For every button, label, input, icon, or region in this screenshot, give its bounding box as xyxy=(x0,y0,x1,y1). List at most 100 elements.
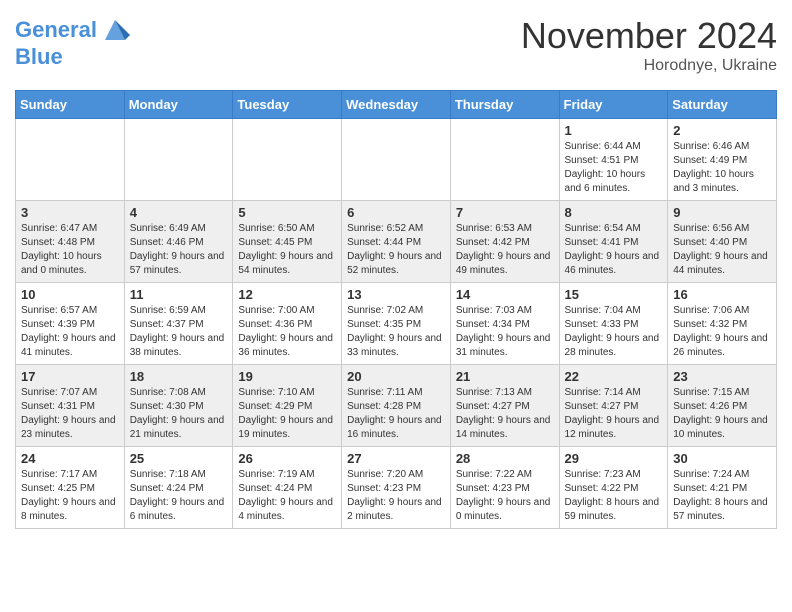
day-info: Sunrise: 6:56 AMSunset: 4:40 PMDaylight:… xyxy=(673,222,771,278)
header: General Blue November 2024 Horodnye, Ukr… xyxy=(15,15,777,75)
day-number: 13 xyxy=(347,287,445,302)
logo: General Blue xyxy=(15,15,130,69)
day-number: 27 xyxy=(347,451,445,466)
day-number: 22 xyxy=(565,369,663,384)
day-info: Sunrise: 7:17 AMSunset: 4:25 PMDaylight:… xyxy=(21,468,119,524)
calendar-body: 1 Sunrise: 6:44 AMSunset: 4:51 PMDaylight… xyxy=(16,119,777,529)
day-info: Sunrise: 7:00 AMSunset: 4:36 PMDaylight:… xyxy=(238,304,336,360)
day-number: 10 xyxy=(21,287,119,302)
logo-general: General xyxy=(15,17,97,42)
day-info: Sunrise: 6:52 AMSunset: 4:44 PMDaylight:… xyxy=(347,222,445,278)
col-monday: Monday xyxy=(124,91,233,119)
table-row: 29 Sunrise: 7:23 AMSunset: 4:22 PMDayligh… xyxy=(559,447,668,529)
day-info: Sunrise: 7:18 AMSunset: 4:24 PMDaylight:… xyxy=(130,468,228,524)
table-row xyxy=(233,119,342,201)
day-info: Sunrise: 7:13 AMSunset: 4:27 PMDaylight:… xyxy=(456,386,554,442)
day-info: Sunrise: 7:19 AMSunset: 4:24 PMDaylight:… xyxy=(238,468,336,524)
table-row: 21Sunrise: 7:13 AMSunset: 4:27 PMDayligh… xyxy=(450,365,559,447)
title-block: November 2024 Horodnye, Ukraine xyxy=(521,15,777,75)
col-wednesday: Wednesday xyxy=(342,91,451,119)
day-info: Sunrise: 7:11 AMSunset: 4:28 PMDaylight:… xyxy=(347,386,445,442)
day-info: Sunrise: 6:49 AMSunset: 4:46 PMDaylight:… xyxy=(130,222,228,278)
calendar-week-row: 17Sunrise: 7:07 AMSunset: 4:31 PMDayligh… xyxy=(16,365,777,447)
calendar-week-row: 1 Sunrise: 6:44 AMSunset: 4:51 PMDaylight… xyxy=(16,119,777,201)
day-info: Sunrise: 7:10 AMSunset: 4:29 PMDaylight:… xyxy=(238,386,336,442)
table-row: 14 Sunrise: 7:03 AMSunset: 4:34 PMDayligh… xyxy=(450,283,559,365)
calendar-header-row: Sunday Monday Tuesday Wednesday Thursday… xyxy=(16,91,777,119)
day-number: 4 xyxy=(130,205,228,220)
table-row xyxy=(16,119,125,201)
day-number: 29 xyxy=(565,451,663,466)
table-row: 15 Sunrise: 7:04 AMSunset: 4:33 PMDayligh… xyxy=(559,283,668,365)
day-info: Sunrise: 7:08 AMSunset: 4:30 PMDaylight:… xyxy=(130,386,228,442)
day-info: Sunrise: 7:04 AMSunset: 4:33 PMDaylight:… xyxy=(565,304,663,360)
table-row: 16Sunrise: 7:06 AMSunset: 4:32 PMDayligh… xyxy=(668,283,777,365)
location: Horodnye, Ukraine xyxy=(521,57,777,75)
day-info: Sunrise: 7:23 AMSunset: 4:22 PMDaylight:… xyxy=(565,468,663,524)
day-info: Sunrise: 6:59 AMSunset: 4:37 PMDaylight:… xyxy=(130,304,228,360)
table-row: 5 Sunrise: 6:50 AMSunset: 4:45 PMDaylight… xyxy=(233,201,342,283)
page: General Blue November 2024 Horodnye, Ukr… xyxy=(0,0,792,544)
day-number: 7 xyxy=(456,205,554,220)
day-info: Sunrise: 7:02 AMSunset: 4:35 PMDaylight:… xyxy=(347,304,445,360)
day-number: 16 xyxy=(673,287,771,302)
day-number: 6 xyxy=(347,205,445,220)
logo-icon xyxy=(100,15,130,45)
table-row: 23 Sunrise: 7:15 AMSunset: 4:26 PMDayligh… xyxy=(668,365,777,447)
table-row: 24Sunrise: 7:17 AMSunset: 4:25 PMDayligh… xyxy=(16,447,125,529)
month-title: November 2024 xyxy=(521,15,777,57)
table-row: 11Sunrise: 6:59 AMSunset: 4:37 PMDayligh… xyxy=(124,283,233,365)
day-number: 3 xyxy=(21,205,119,220)
table-row: 4 Sunrise: 6:49 AMSunset: 4:46 PMDaylight… xyxy=(124,201,233,283)
day-info: Sunrise: 7:15 AMSunset: 4:26 PMDaylight:… xyxy=(673,386,771,442)
day-number: 12 xyxy=(238,287,336,302)
table-row xyxy=(342,119,451,201)
day-number: 15 xyxy=(565,287,663,302)
day-info: Sunrise: 7:20 AMSunset: 4:23 PMDaylight:… xyxy=(347,468,445,524)
table-row: 19 Sunrise: 7:10 AMSunset: 4:29 PMDayligh… xyxy=(233,365,342,447)
day-number: 8 xyxy=(565,205,663,220)
table-row: 30Sunrise: 7:24 AMSunset: 4:21 PMDayligh… xyxy=(668,447,777,529)
day-info: Sunrise: 6:46 AMSunset: 4:49 PMDaylight:… xyxy=(673,140,771,196)
table-row xyxy=(450,119,559,201)
day-number: 9 xyxy=(673,205,771,220)
day-number: 23 xyxy=(673,369,771,384)
table-row: 1 Sunrise: 6:44 AMSunset: 4:51 PMDaylight… xyxy=(559,119,668,201)
table-row: 12 Sunrise: 7:00 AMSunset: 4:36 PMDayligh… xyxy=(233,283,342,365)
table-row: 2 Sunrise: 6:46 AMSunset: 4:49 PMDaylight… xyxy=(668,119,777,201)
day-number: 1 xyxy=(565,123,663,138)
day-info: Sunrise: 7:07 AMSunset: 4:31 PMDaylight:… xyxy=(21,386,119,442)
logo-blue-text: Blue xyxy=(15,45,130,69)
table-row: 10Sunrise: 6:57 AMSunset: 4:39 PMDayligh… xyxy=(16,283,125,365)
table-row: 17Sunrise: 7:07 AMSunset: 4:31 PMDayligh… xyxy=(16,365,125,447)
day-info: Sunrise: 6:53 AMSunset: 4:42 PMDaylight:… xyxy=(456,222,554,278)
table-row: 18 Sunrise: 7:08 AMSunset: 4:30 PMDayligh… xyxy=(124,365,233,447)
day-number: 19 xyxy=(238,369,336,384)
day-info: Sunrise: 7:22 AMSunset: 4:23 PMDaylight:… xyxy=(456,468,554,524)
table-row: 20Sunrise: 7:11 AMSunset: 4:28 PMDayligh… xyxy=(342,365,451,447)
table-row: 3 Sunrise: 6:47 AMSunset: 4:48 PMDaylight… xyxy=(16,201,125,283)
table-row: 8 Sunrise: 6:54 AMSunset: 4:41 PMDaylight… xyxy=(559,201,668,283)
col-saturday: Saturday xyxy=(668,91,777,119)
table-row: 9 Sunrise: 6:56 AMSunset: 4:40 PMDaylight… xyxy=(668,201,777,283)
col-friday: Friday xyxy=(559,91,668,119)
day-number: 25 xyxy=(130,451,228,466)
day-info: Sunrise: 6:44 AMSunset: 4:51 PMDaylight:… xyxy=(565,140,663,196)
table-row: 25 Sunrise: 7:18 AMSunset: 4:24 PMDayligh… xyxy=(124,447,233,529)
day-info: Sunrise: 6:54 AMSunset: 4:41 PMDaylight:… xyxy=(565,222,663,278)
calendar-week-row: 3 Sunrise: 6:47 AMSunset: 4:48 PMDaylight… xyxy=(16,201,777,283)
calendar-week-row: 10Sunrise: 6:57 AMSunset: 4:39 PMDayligh… xyxy=(16,283,777,365)
day-info: Sunrise: 7:24 AMSunset: 4:21 PMDaylight:… xyxy=(673,468,771,524)
day-number: 18 xyxy=(130,369,228,384)
day-info: Sunrise: 7:03 AMSunset: 4:34 PMDaylight:… xyxy=(456,304,554,360)
day-number: 5 xyxy=(238,205,336,220)
day-info: Sunrise: 6:47 AMSunset: 4:48 PMDaylight:… xyxy=(21,222,119,278)
day-number: 26 xyxy=(238,451,336,466)
table-row: 27 Sunrise: 7:20 AMSunset: 4:23 PMDayligh… xyxy=(342,447,451,529)
day-number: 2 xyxy=(673,123,771,138)
logo-text: General xyxy=(15,18,97,42)
col-thursday: Thursday xyxy=(450,91,559,119)
day-info: Sunrise: 6:50 AMSunset: 4:45 PMDaylight:… xyxy=(238,222,336,278)
day-number: 14 xyxy=(456,287,554,302)
table-row xyxy=(124,119,233,201)
